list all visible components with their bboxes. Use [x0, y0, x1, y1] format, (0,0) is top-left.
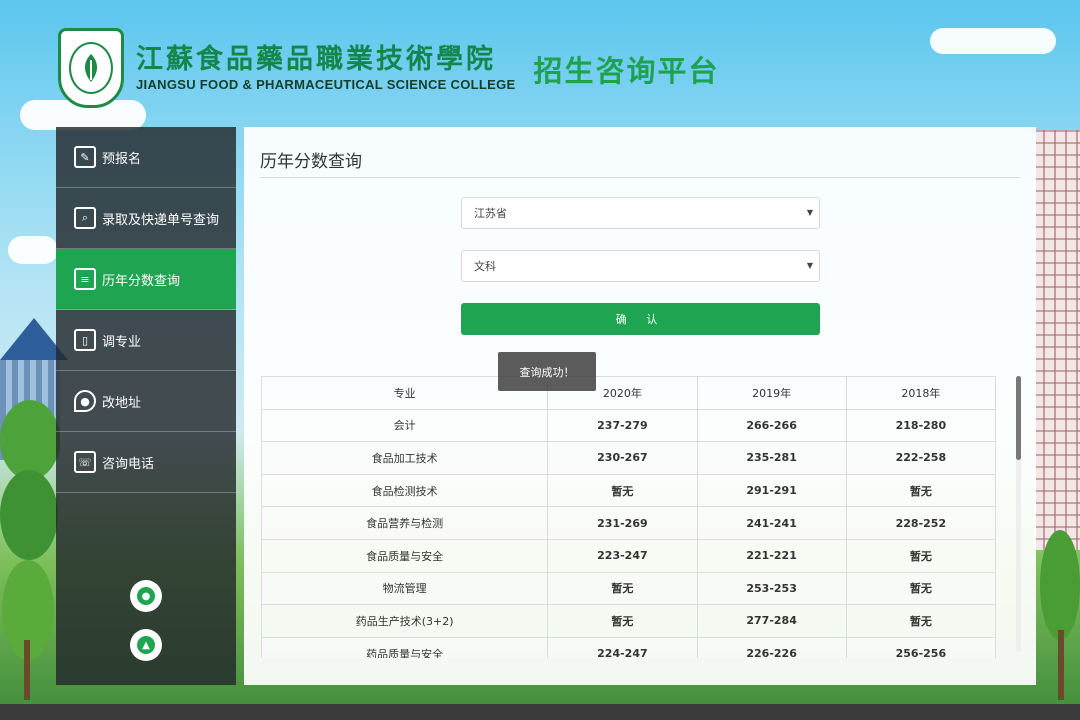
table-row: 食品加工技术 230-267 235-281 222-258: [261, 441, 996, 475]
score-cell: 235-281: [696, 441, 847, 475]
score-cell: 暂无: [845, 604, 996, 638]
score-cell: 暂无: [547, 571, 698, 606]
sidebar-item-consult-phone[interactable]: ☏ 咨询电话: [56, 432, 236, 493]
header: 江蘇食品藥品職業技術學院 JIANGSU FOOD & PHARMACEUTIC…: [58, 28, 719, 108]
table-body: 会计 237-279 266-266 218-280 食品加工技术 230-267 235-…: [261, 408, 996, 658]
toast-message: 查询成功！: [498, 352, 596, 391]
sidebar-item-label: 预报名: [102, 151, 142, 167]
score-cell: 266-266: [696, 408, 847, 443]
table-row: 食品检测技术 暂无 291-291 暂无: [261, 473, 996, 508]
platform-title: 招生咨询平台: [533, 54, 720, 88]
major-cell: 药品质量与安全: [261, 636, 549, 658]
score-cell: 暂无: [845, 571, 996, 606]
score-cell: 256-256: [845, 636, 996, 658]
sidebar-item-admission-query[interactable]: ⌕ 录取及快递单号查询: [56, 188, 236, 249]
score-cell: 224-247: [547, 636, 698, 658]
table-row: 物流管理 暂无 253-253 暂无: [261, 571, 996, 606]
sidebar-item-change-major[interactable]: ▯ 调专业: [56, 310, 236, 371]
logo-emblem-icon: [69, 42, 113, 94]
score-cell: 暂无: [845, 538, 996, 573]
cloud: [930, 28, 1056, 54]
score-cell: 暂无: [845, 473, 996, 508]
sidebar-item-label: 咨询电话: [102, 456, 155, 472]
back-to-top-button[interactable]: ▲: [130, 629, 162, 661]
province-select-value: 江苏省: [474, 207, 507, 220]
search-doc-icon: ⌕: [74, 207, 96, 229]
score-cell: 277-284: [696, 604, 847, 638]
sidebar-item-score-query[interactable]: ≡ 历年分数查询: [56, 249, 236, 310]
province-select[interactable]: 江苏省 ▼: [461, 197, 820, 229]
score-cell: 228-252: [845, 506, 996, 540]
college-logo: [58, 28, 124, 108]
up-arrow-icon: ▲: [137, 636, 155, 654]
table-row: 食品质量与安全 223-247 221-221 暂无: [261, 538, 996, 573]
table-scrollbar[interactable]: [1016, 376, 1021, 652]
tree-trunk: [24, 640, 30, 700]
score-doc-icon: ≡: [74, 268, 96, 290]
table-row: 药品质量与安全 224-247 226-226 256-256: [261, 636, 996, 658]
chevron-down-icon: ▼: [806, 261, 813, 270]
confirm-button[interactable]: 确 认: [461, 303, 820, 335]
brand: 江蘇食品藥品職業技術學院 JIANGSU FOOD & PHARMACEUTIC…: [136, 43, 516, 92]
score-cell: 221-221: [696, 538, 847, 573]
college-name-en: JIANGSU FOOD & PHARMACEUTICAL SCIENCE CO…: [136, 76, 516, 92]
book-icon: ▯: [74, 329, 96, 351]
column-header: 2019年: [696, 376, 847, 410]
sidebar-item-label: 历年分数查询: [102, 273, 181, 289]
tree: [1040, 530, 1080, 640]
sidebar: ✎ 预报名 ⌕ 录取及快递单号查询 ≡ 历年分数查询 ▯ 调专业 ● 改地址 ☏…: [56, 127, 236, 685]
score-cell: 223-247: [547, 538, 698, 573]
major-cell: 食品质量与安全: [261, 538, 549, 573]
major-cell: 食品加工技术: [261, 441, 549, 475]
table-row: 食品营养与检测 231-269 241-241 228-252: [261, 506, 996, 540]
sidebar-item-label: 调专业: [102, 334, 142, 350]
score-cell: 241-241: [696, 506, 847, 540]
score-cell: 226-226: [696, 636, 847, 658]
subject-select[interactable]: 文科 ▼: [461, 250, 820, 282]
college-name-cn: 江蘇食品藥品職業技術學院: [136, 43, 496, 75]
table-header-row: 专业 2020年 2019年 2018年: [261, 376, 996, 410]
score-cell: 253-253: [696, 571, 847, 606]
column-header: 2018年: [845, 376, 996, 410]
major-cell: 食品营养与检测: [261, 506, 549, 540]
table-row: 药品生产技术(3+2) 暂无 277-284 暂无: [261, 604, 996, 638]
score-cell: 230-267: [547, 441, 698, 475]
sidebar-item-change-address[interactable]: ● 改地址: [56, 371, 236, 432]
phone-icon: ☏: [74, 451, 96, 473]
building: [1034, 130, 1080, 550]
tree-trunk: [1058, 630, 1064, 700]
wechat-button[interactable]: ●: [130, 580, 162, 612]
sidebar-item-label: 改地址: [102, 395, 142, 411]
title-divider: [260, 177, 1020, 178]
major-cell: 药品生产技术(3+2): [261, 604, 549, 638]
table-row: 会计 237-279 266-266 218-280: [261, 408, 996, 443]
cloud: [8, 236, 58, 264]
main-panel: 历年分数查询 江苏省 ▼ 文科 ▼ 确 认 查询成功！ 专业 2020年 201…: [244, 127, 1036, 685]
wechat-icon: ●: [137, 587, 155, 605]
sidebar-item-label: 录取及快递单号查询: [102, 212, 220, 228]
ground: [0, 704, 1080, 720]
score-cell: 291-291: [696, 473, 847, 508]
scrollbar-thumb[interactable]: [1016, 376, 1021, 460]
score-cell: 暂无: [547, 473, 698, 508]
score-cell: 222-258: [845, 441, 996, 475]
major-cell: 会计: [261, 408, 549, 443]
tree: [0, 400, 60, 480]
page-title: 历年分数查询: [260, 152, 362, 172]
score-cell: 237-279: [547, 408, 698, 443]
location-pin-icon: ●: [74, 390, 96, 412]
major-cell: 食品检测技术: [261, 473, 549, 508]
chevron-down-icon: ▼: [806, 208, 813, 217]
score-cell: 231-269: [547, 506, 698, 540]
subject-select-value: 文科: [474, 260, 496, 273]
score-cell: 218-280: [845, 408, 996, 443]
major-cell: 物流管理: [261, 571, 549, 606]
tree: [0, 470, 58, 560]
score-table: 专业 2020年 2019年 2018年 会计 237-279 266-266 218…: [261, 376, 996, 658]
sidebar-item-pre-register[interactable]: ✎ 预报名: [56, 127, 236, 188]
score-table-container[interactable]: 专业 2020年 2019年 2018年 会计 237-279 266-266 218…: [261, 376, 996, 658]
pre-register-icon: ✎: [74, 146, 96, 168]
score-cell: 暂无: [547, 604, 698, 638]
